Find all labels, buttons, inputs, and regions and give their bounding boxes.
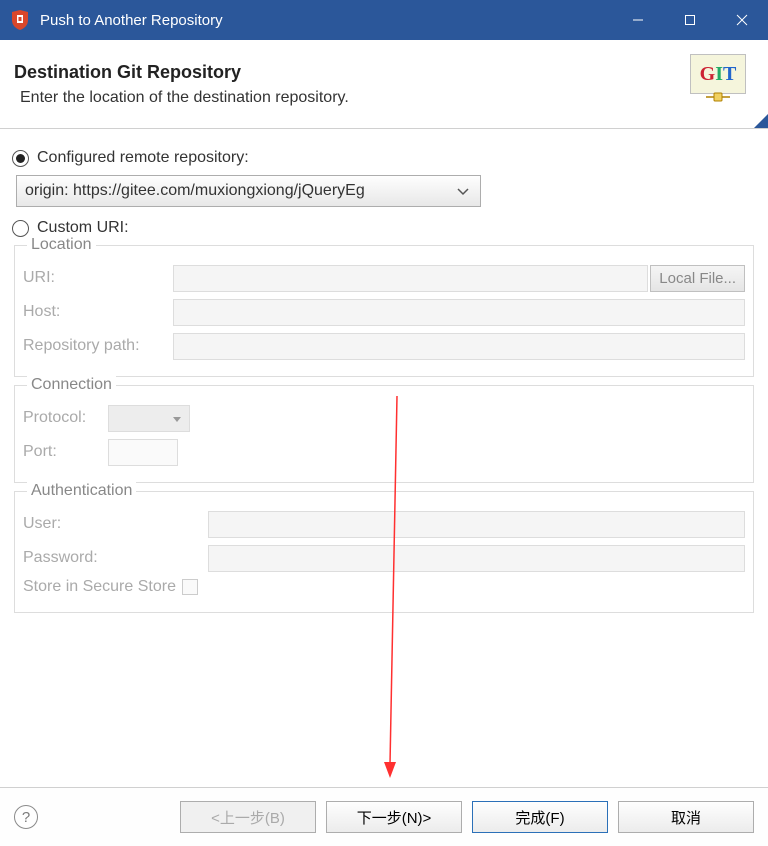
resize-corner-icon (754, 114, 768, 128)
port-label: Port: (23, 443, 108, 461)
back-button: <上一步(B) (180, 801, 316, 833)
connection-legend: Connection (27, 376, 116, 394)
dialog-header: Destination Git Repository Enter the loc… (0, 40, 768, 129)
authentication-legend: Authentication (27, 482, 136, 500)
help-button[interactable]: ? (14, 805, 38, 829)
location-group: Location URI: Local File... Host: Reposi… (14, 245, 754, 377)
window-title: Push to Another Repository (40, 12, 612, 29)
dialog-footer: ? <上一步(B) 下一步(N)> 完成(F) 取消 (0, 787, 768, 846)
finish-button[interactable]: 完成(F) (472, 801, 608, 833)
configured-remote-radio[interactable] (12, 150, 29, 167)
close-button[interactable] (716, 0, 768, 40)
remote-repository-value: origin: https://gitee.com/muxiongxiong/j… (25, 182, 454, 200)
host-label: Host: (23, 303, 173, 321)
header-title: Destination Git Repository (14, 62, 690, 83)
password-input (208, 545, 745, 572)
location-legend: Location (27, 236, 96, 254)
authentication-group: Authentication User: Password: Store in … (14, 491, 754, 613)
window-controls (612, 0, 768, 40)
port-input (108, 439, 178, 466)
store-secure-checkbox (182, 579, 198, 595)
git-icon: GIT (690, 54, 750, 114)
local-file-button: Local File... (650, 265, 745, 292)
cancel-button[interactable]: 取消 (618, 801, 754, 833)
uri-label: URI: (23, 269, 173, 287)
custom-uri-label[interactable]: Custom URI: (37, 219, 129, 237)
custom-uri-radio[interactable] (12, 220, 29, 237)
protocol-label: Protocol: (23, 409, 108, 427)
remote-repository-combo[interactable]: origin: https://gitee.com/muxiongxiong/j… (16, 175, 481, 207)
repository-path-input (173, 333, 745, 360)
header-subtitle: Enter the location of the destination re… (14, 89, 690, 107)
user-label: User: (23, 515, 208, 533)
next-button[interactable]: 下一步(N)> (326, 801, 462, 833)
app-icon (10, 9, 30, 31)
chevron-down-icon (454, 183, 472, 200)
repository-path-label: Repository path: (23, 337, 173, 355)
protocol-select (108, 405, 190, 432)
user-input (208, 511, 745, 538)
host-input (173, 299, 745, 326)
store-secure-label: Store in Secure Store (23, 578, 176, 596)
uri-input (173, 265, 648, 292)
window-titlebar: Push to Another Repository (0, 0, 768, 40)
minimize-button[interactable] (612, 0, 664, 40)
connection-group: Connection Protocol: Port: (14, 385, 754, 483)
dialog-content: Configured remote repository: origin: ht… (0, 129, 768, 613)
maximize-button[interactable] (664, 0, 716, 40)
configured-remote-label[interactable]: Configured remote repository: (37, 149, 249, 167)
password-label: Password: (23, 549, 208, 567)
